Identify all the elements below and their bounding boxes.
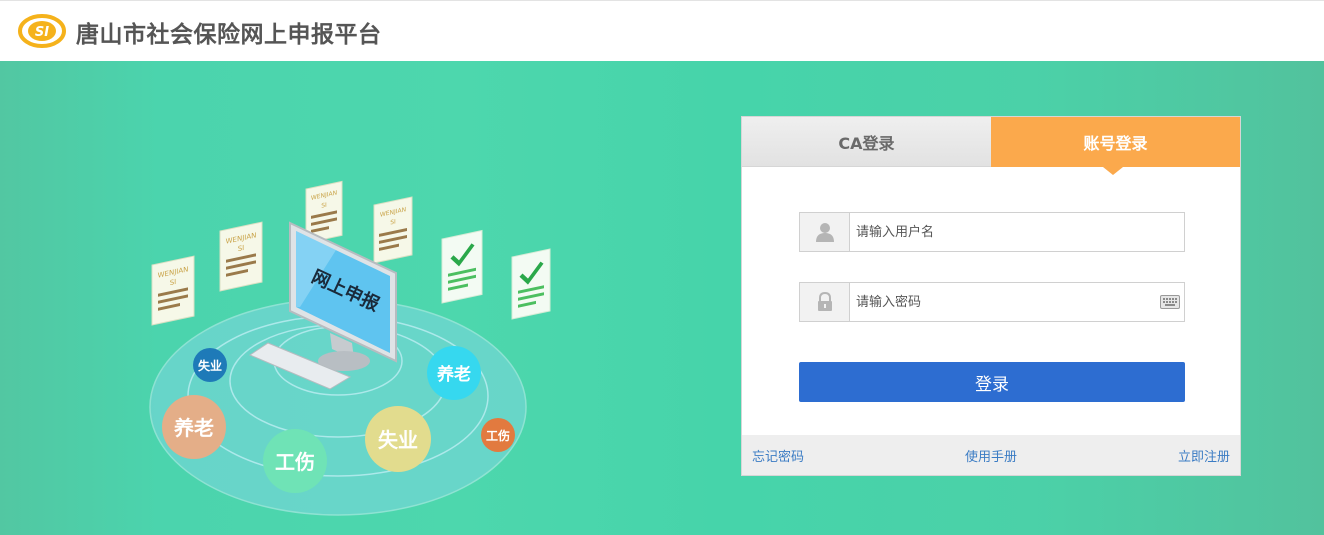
document-icon: WENJIAN SI [219, 221, 263, 292]
bubble-pension: 养老 [427, 346, 481, 400]
social-insurance-illustration: WENJIAN SI WENJIAN SI WENJIAN SI WENJIAN… [149, 180, 551, 516]
user-icon-box [800, 213, 850, 251]
password-input[interactable] [850, 283, 1184, 321]
lock-icon [817, 292, 832, 311]
svg-text:失业: 失业 [198, 358, 222, 373]
login-footer-links: 忘记密码 使用手册 立即注册 [742, 435, 1240, 475]
svg-text:SI: SI [238, 243, 245, 253]
tab-ca-login[interactable]: CA登录 [742, 117, 991, 167]
username-input[interactable] [850, 213, 1184, 251]
register-link[interactable]: 立即注册 [1178, 446, 1230, 465]
svg-text:SI: SI [321, 202, 327, 210]
svg-text:SI: SI [170, 277, 177, 287]
login-tabs: CA登录 账号登录 [742, 117, 1240, 175]
bubble-injury: 工伤 [263, 429, 327, 493]
bubble-unemployment: 失业 [193, 348, 227, 382]
svg-text:工伤: 工伤 [486, 428, 510, 443]
svg-text:SI: SI [390, 218, 396, 226]
bubble-injury: 工伤 [481, 418, 515, 452]
lock-icon-box [800, 283, 850, 321]
logo-icon[interactable]: SI [18, 13, 66, 49]
login-panel: CA登录 账号登录 登录 忘记密码 使用手册 [741, 116, 1241, 476]
svg-text:养老: 养老 [436, 364, 471, 385]
tab-account-login[interactable]: 账号登录 [991, 117, 1240, 175]
checkmark-icon [511, 248, 551, 320]
keyboard-icon[interactable] [1160, 294, 1180, 310]
bubble-pension: 养老 [162, 395, 226, 459]
checkmark-icon [441, 229, 483, 304]
bubble-unemployment: 失业 [365, 406, 431, 472]
svg-text:养老: 养老 [173, 416, 214, 440]
site-title: 唐山市社会保险网上申报平台 [76, 22, 382, 48]
document-icon: WENJIAN SI [151, 255, 195, 326]
svg-text:工伤: 工伤 [275, 450, 315, 474]
login-button[interactable]: 登录 [799, 362, 1185, 402]
user-icon [815, 223, 834, 242]
logo-text: SI [35, 25, 49, 40]
user-manual-link[interactable]: 使用手册 [965, 446, 1017, 465]
password-field [799, 282, 1185, 322]
forgot-password-link[interactable]: 忘记密码 [752, 446, 804, 465]
username-field [799, 212, 1185, 252]
top-header: SI 唐山市社会保险网上申报平台 [0, 0, 1324, 61]
svg-text:失业: 失业 [378, 428, 418, 452]
document-icon: WENJIAN SI [373, 196, 413, 264]
